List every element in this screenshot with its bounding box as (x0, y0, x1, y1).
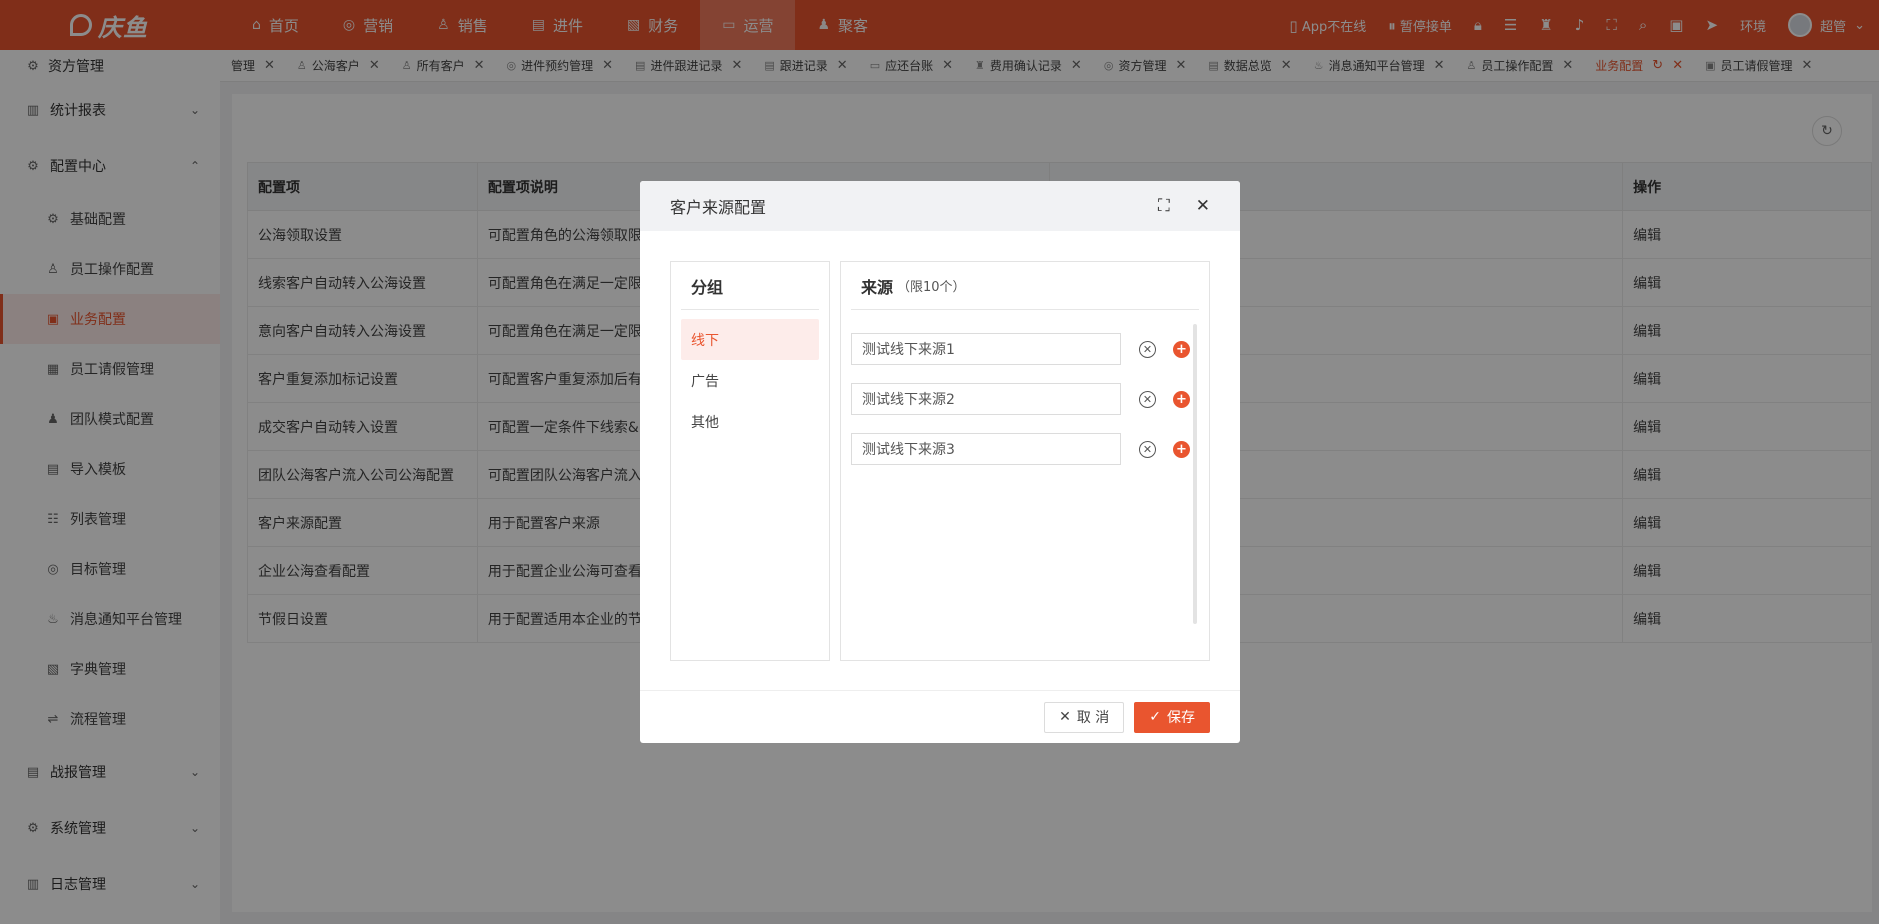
close-icon: ✕ (1059, 709, 1071, 725)
source-row: 测试线下来源3 ✕ + (841, 424, 1209, 474)
group-panel-title: 分组 (681, 262, 819, 310)
add-icon[interactable]: + (1173, 390, 1190, 408)
group-panel: 分组 线下 广告 其他 (670, 261, 830, 661)
source-limit: （限10个） (897, 280, 966, 295)
remove-icon[interactable]: ✕ (1139, 440, 1156, 458)
remove-icon[interactable]: ✕ (1139, 390, 1156, 408)
group-item[interactable]: 其他 (681, 401, 819, 442)
check-icon: ✓ (1149, 709, 1161, 725)
cancel-button[interactable]: ✕ 取 消 (1044, 701, 1125, 733)
dialog-header: 客户来源配置 ⛶ ✕ (640, 181, 1240, 231)
group-item[interactable]: 广告 (681, 360, 819, 401)
add-icon[interactable]: + (1173, 440, 1190, 458)
source-row: 测试线下来源2 ✕ + (841, 374, 1209, 424)
save-button[interactable]: ✓ 保存 (1134, 701, 1210, 733)
maximize-icon[interactable]: ⛶ (1158, 196, 1170, 216)
source-input[interactable]: 测试线下来源1 (851, 333, 1121, 365)
dialog-footer: ✕ 取 消 ✓ 保存 (640, 690, 1240, 743)
customer-source-dialog: 客户来源配置 ⛶ ✕ 分组 线下 广告 其他 来源 （限10个） 测试线下来源1 ✕ +… (640, 181, 1240, 743)
dialog-title: 客户来源配置 (670, 198, 767, 217)
group-item[interactable]: 线下 (681, 319, 819, 360)
source-panel-title: 来源 （限10个） (851, 262, 1199, 310)
source-row: 测试线下来源1 ✕ + (841, 324, 1209, 374)
close-icon[interactable]: ✕ (1196, 196, 1210, 216)
source-panel: 来源 （限10个） 测试线下来源1 ✕ + 测试线下来源2 ✕ + 测试线下来源3 ✕ + (840, 261, 1210, 661)
scrollbar[interactable] (1193, 324, 1197, 624)
source-input[interactable]: 测试线下来源2 (851, 383, 1121, 415)
add-icon[interactable]: + (1173, 340, 1190, 358)
source-input[interactable]: 测试线下来源3 (851, 433, 1121, 465)
remove-icon[interactable]: ✕ (1139, 340, 1156, 358)
